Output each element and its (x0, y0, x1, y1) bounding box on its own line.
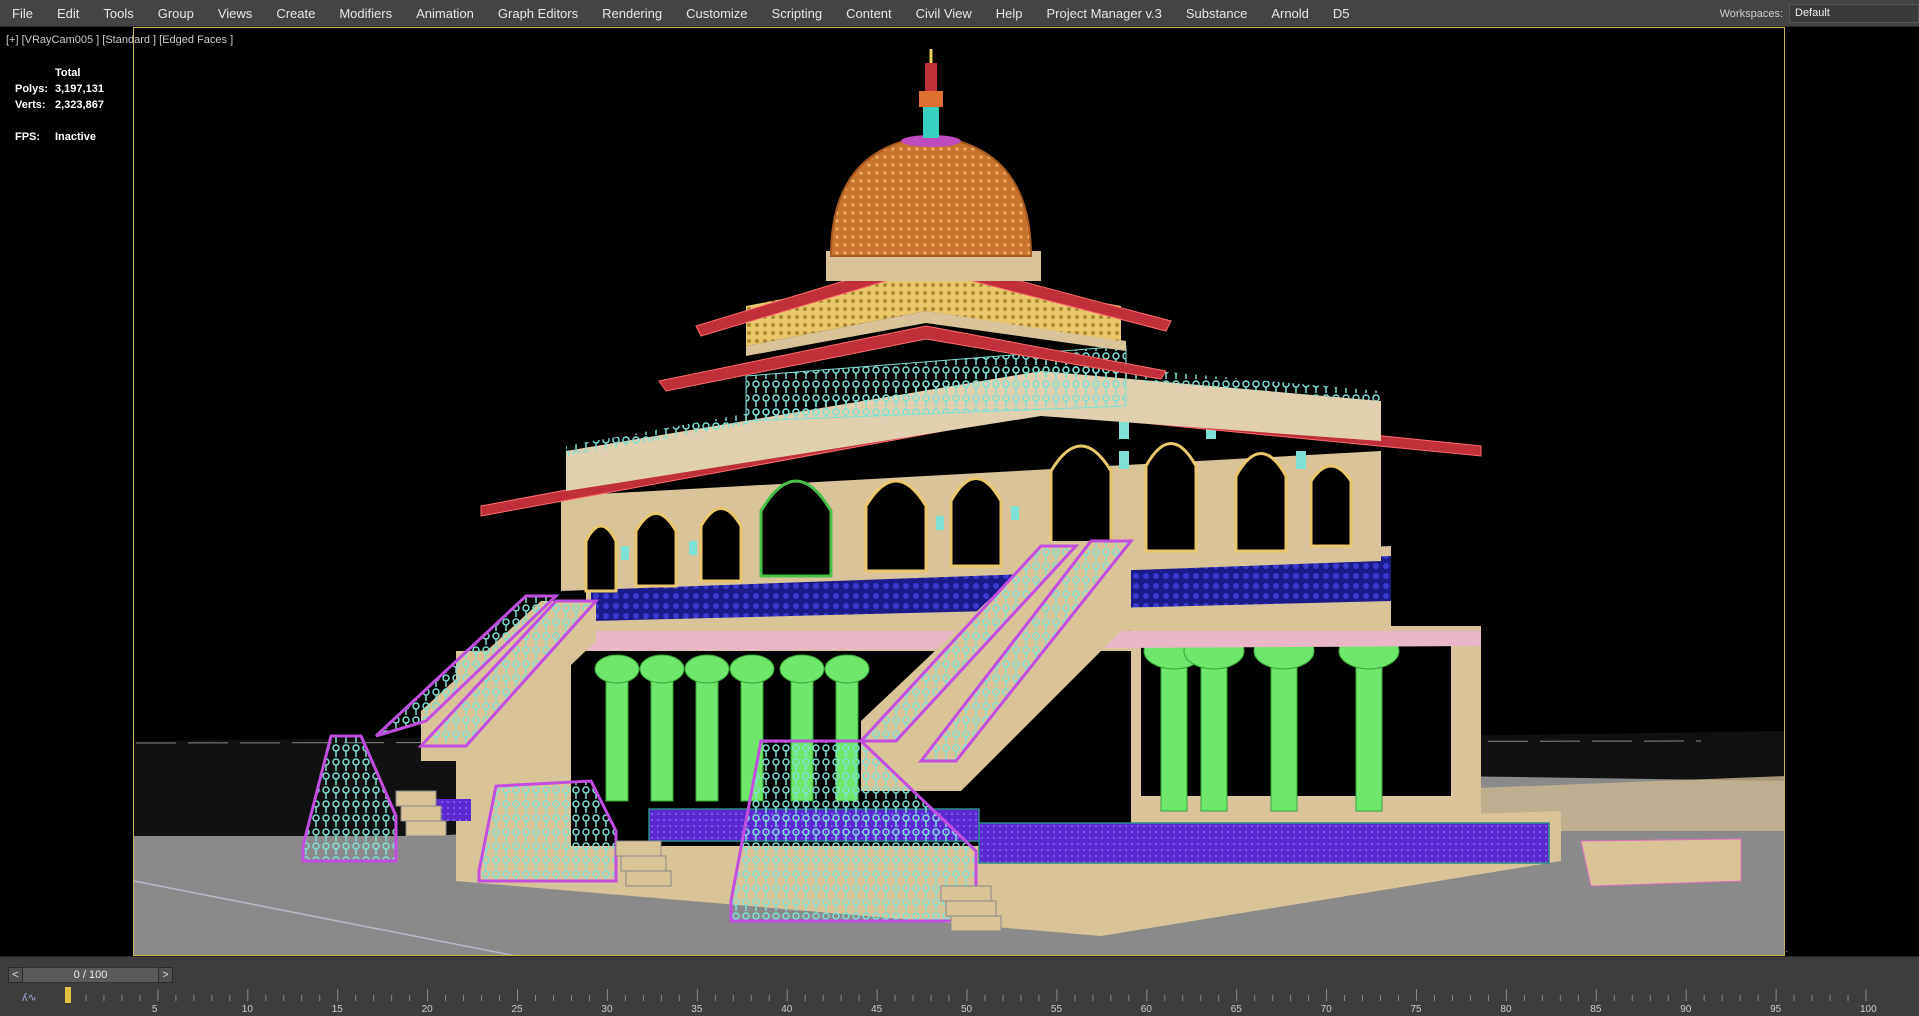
tick-label: 45 (871, 1004, 883, 1015)
tick-label: 55 (1050, 1004, 1063, 1015)
scene-render (134, 49, 1784, 955)
tick-label: 10 (241, 1004, 253, 1015)
curve-editor-icon[interactable]: ʎ∿ (22, 991, 37, 1004)
polys-label: Polys: (15, 83, 49, 95)
viewport-label[interactable]: [+] [VRayCam005 ] [Standard ] [Edged Fac… (6, 34, 233, 46)
left-stats-panel (0, 27, 133, 956)
menu-bar: File Edit Tools Group Views Create Modifiers An… (0, 0, 1919, 27)
menu-customize[interactable]: Customize (674, 0, 759, 26)
tick-label: 75 (1410, 1004, 1422, 1015)
stats-header: Total (55, 67, 81, 79)
menu-project-manager-v-3[interactable]: Project Manager v.3 (1035, 0, 1174, 26)
tick-label: 90 (1680, 1004, 1692, 1015)
tick-label: 70 (1320, 1004, 1332, 1015)
menu-help[interactable]: Help (984, 0, 1035, 26)
menu-animation[interactable]: Animation (404, 0, 486, 26)
menu-content[interactable]: Content (834, 0, 904, 26)
tick-label: 40 (781, 1004, 793, 1015)
watermark-title: Activate Windows (1599, 917, 1742, 937)
menu-tools[interactable]: Tools (91, 0, 145, 26)
menu-civil-view[interactable]: Civil View (904, 0, 984, 26)
watermark-subtitle: Go to Settings to activate Windows. (1599, 941, 1789, 955)
tick-label: 65 (1230, 1004, 1242, 1015)
tick-label: 15 (331, 1004, 343, 1015)
menu-edit[interactable]: Edit (45, 0, 91, 26)
menu-scripting[interactable]: Scripting (760, 0, 835, 26)
workspace-label: Workspaces: (1719, 7, 1783, 20)
menu-substance[interactable]: Substance (1174, 0, 1259, 26)
right-panel (1785, 27, 1919, 956)
next-frame-button[interactable]: > (158, 967, 173, 983)
fps-value: Inactive (55, 131, 96, 143)
polys-value: 3,197,131 (55, 83, 104, 95)
menu-modifiers[interactable]: Modifiers (327, 0, 404, 26)
viewport-camera[interactable] (133, 27, 1785, 956)
tick-label: 60 (1140, 1004, 1152, 1015)
menu-d5[interactable]: D5 (1321, 0, 1362, 26)
menu-items: File Edit Tools Group Views Create Modifiers An… (0, 0, 1362, 26)
track-bar[interactable]: ʎ∿ 5 10 15 20 25 30 35 40 45 50 55 60 65 70 75 80 85 90 95… (0, 987, 1919, 1016)
menu-views[interactable]: Views (206, 0, 264, 26)
verts-label: Verts: (15, 99, 46, 111)
dome (829, 49, 1033, 257)
workspace-selector: Workspaces: Default (1720, 4, 1919, 23)
timeline-panel: < 0 / 100 > ʎ∿ 5 10 15 20 25 30 35 40 45 50 55 60 65… (0, 956, 1919, 1016)
current-frame-marker[interactable] (65, 987, 71, 1003)
menu-create[interactable]: Create (264, 0, 327, 26)
fps-label: FPS: (15, 131, 41, 143)
tick-label: 95 (1770, 1004, 1782, 1015)
track-bar-ticks (65, 987, 1867, 1003)
menu-group[interactable]: Group (146, 0, 206, 26)
menu-rendering[interactable]: Rendering (590, 0, 674, 26)
tick-label: 20 (421, 1004, 433, 1015)
activate-windows-watermark: Activate Windows Go to Settings to activ… (1599, 917, 1788, 955)
previous-frame-button[interactable]: < (8, 967, 23, 983)
tick-label: 85 (1590, 1004, 1602, 1015)
tick-label: 100 (1860, 1004, 1877, 1015)
tick-label: 35 (691, 1004, 703, 1015)
tick-label: 80 (1500, 1004, 1512, 1015)
tick-label: 5 (151, 1004, 158, 1015)
time-slider[interactable]: < 0 / 100 > (8, 967, 173, 983)
time-slider-thumb[interactable]: 0 / 100 (23, 967, 158, 983)
workspace-dropdown[interactable]: Default (1789, 4, 1919, 23)
verts-value: 2,323,867 (55, 99, 104, 111)
tick-label: 25 (511, 1004, 523, 1015)
statistics-overlay: Total Polys: 3,197,131 Verts: 2,323,867 FP… (15, 65, 104, 145)
tick-label: 30 (601, 1004, 613, 1015)
menu-arnold[interactable]: Arnold (1259, 0, 1321, 26)
menu-file[interactable]: File (0, 0, 45, 26)
menu-graph-editors[interactable]: Graph Editors (486, 0, 590, 26)
tick-label: 50 (961, 1004, 973, 1015)
